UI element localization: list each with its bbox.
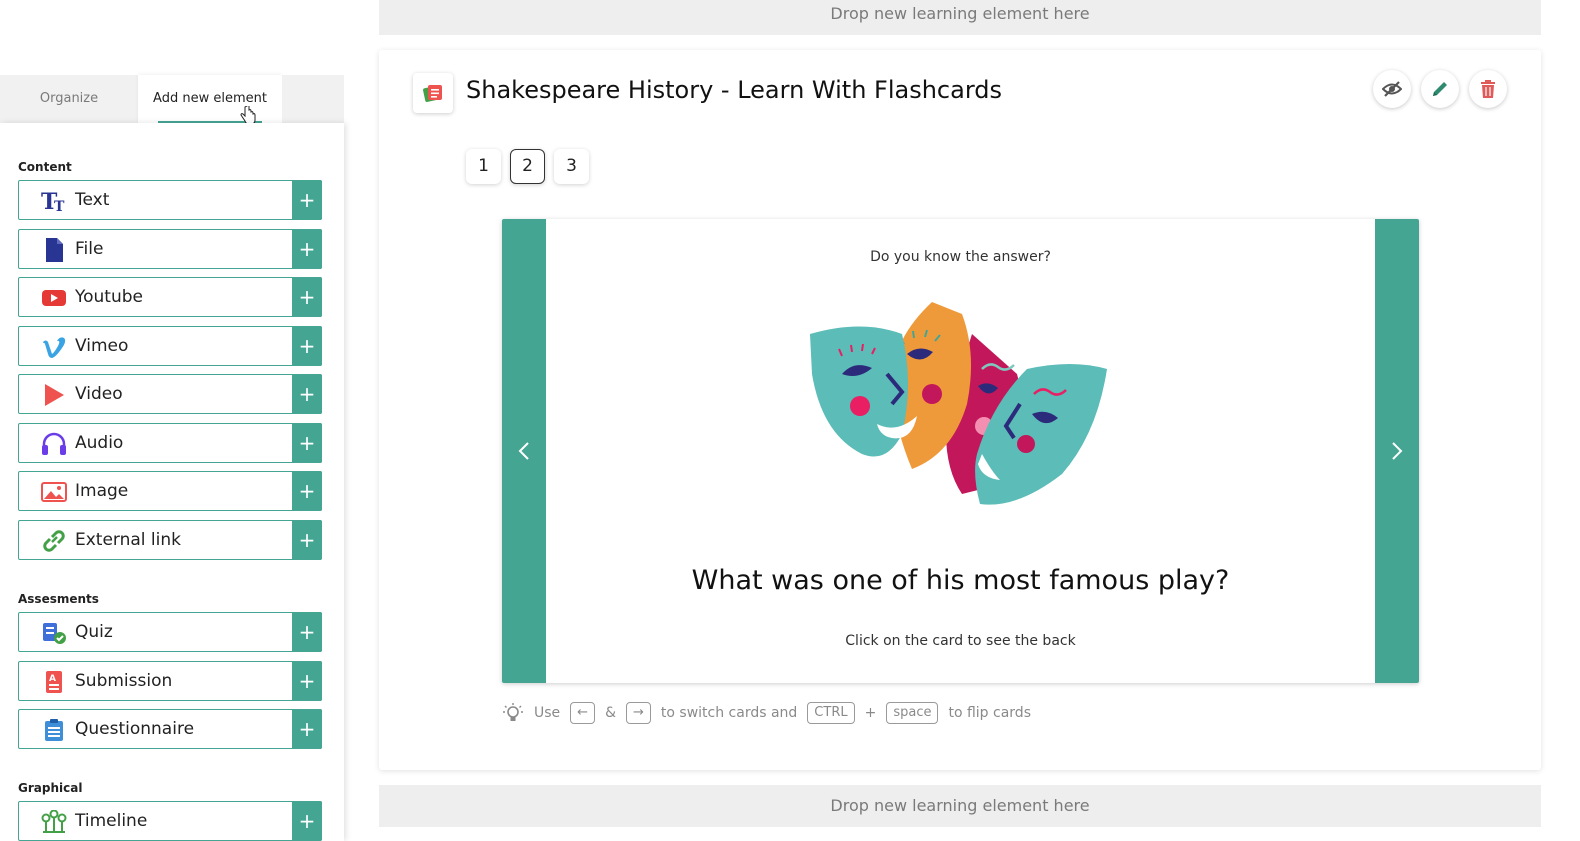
right-arrow-key: → bbox=[625, 702, 651, 724]
add-quiz-button[interactable]: + bbox=[292, 612, 322, 652]
add-file-button[interactable]: + bbox=[292, 229, 322, 269]
card-prompt: Do you know the answer? bbox=[870, 249, 1051, 265]
element-row-youtube[interactable]: Youtube + bbox=[18, 277, 322, 317]
text-icon: TT bbox=[41, 189, 67, 213]
svg-text:T: T bbox=[54, 199, 65, 213]
tips-plus-text: + bbox=[864, 705, 877, 721]
add-element-panel: Content TT Text + File + Youtube + Vimeo… bbox=[0, 123, 344, 841]
element-label: Image bbox=[75, 481, 129, 501]
element-label: External link bbox=[75, 530, 182, 550]
file-icon bbox=[41, 238, 67, 262]
tabs-filler bbox=[282, 75, 344, 123]
chevron-right-icon bbox=[1392, 442, 1403, 460]
eye-off-icon bbox=[1382, 81, 1402, 97]
quiz-icon bbox=[41, 621, 67, 645]
add-audio-button[interactable]: + bbox=[292, 423, 322, 463]
ctrl-key: CTRL bbox=[807, 702, 855, 724]
element-row-submission[interactable]: A Submission + bbox=[18, 661, 322, 701]
tab-add-new-element[interactable]: Add new element bbox=[138, 75, 282, 123]
hide-button[interactable] bbox=[1373, 70, 1411, 108]
element-row-quiz[interactable]: Quiz + bbox=[18, 612, 322, 652]
drop-zone-bottom[interactable]: Drop new learning element here bbox=[379, 785, 1541, 827]
page-button-3[interactable]: 3 bbox=[554, 149, 589, 184]
flashcard[interactable]: Do you know the answer? What was one of … bbox=[502, 219, 1419, 683]
flashcards-icon bbox=[413, 73, 453, 113]
left-arrow-key: ← bbox=[570, 702, 596, 724]
edit-button[interactable] bbox=[1421, 70, 1459, 108]
element-row-timeline[interactable]: Timeline + bbox=[18, 801, 322, 841]
element-label: Youtube bbox=[75, 287, 143, 307]
youtube-icon bbox=[41, 286, 67, 310]
element-label: Submission bbox=[75, 671, 173, 691]
timeline-icon bbox=[41, 810, 67, 834]
element-row-external-link[interactable]: External link + bbox=[18, 520, 322, 560]
space-key: space bbox=[886, 702, 939, 724]
element-label: File bbox=[75, 239, 104, 259]
section-title-content: Content bbox=[18, 160, 72, 174]
page-button-1[interactable]: 1 bbox=[466, 149, 501, 184]
add-image-button[interactable]: + bbox=[292, 471, 322, 511]
vimeo-icon bbox=[41, 335, 67, 359]
drop-zone-top[interactable]: Drop new learning element here bbox=[379, 0, 1541, 35]
tips-switch-text: to switch cards and bbox=[660, 705, 798, 721]
theatre-masks-illustration bbox=[810, 302, 1107, 505]
flashcards-element-panel: Shakespeare History - Learn With Flashca… bbox=[379, 50, 1541, 770]
svg-text:A: A bbox=[49, 674, 56, 684]
section-title-assessments: Assesments bbox=[18, 592, 99, 606]
chevron-left-icon bbox=[518, 442, 529, 460]
element-row-file[interactable]: File + bbox=[18, 229, 322, 269]
section-title-graphical: Graphical bbox=[18, 781, 83, 795]
page-button-2[interactable]: 2 bbox=[510, 149, 545, 184]
link-icon bbox=[41, 529, 67, 553]
element-label: Vimeo bbox=[75, 336, 129, 356]
previous-card-button[interactable] bbox=[502, 219, 546, 683]
delete-button[interactable] bbox=[1469, 70, 1507, 108]
tab-add-new-element-label: Add new element bbox=[153, 91, 267, 106]
submission-icon: A bbox=[41, 670, 67, 694]
add-external-link-button[interactable]: + bbox=[292, 520, 322, 560]
trash-icon bbox=[1481, 80, 1495, 98]
element-label: Text bbox=[75, 190, 110, 210]
element-label: Video bbox=[75, 384, 123, 404]
add-text-button[interactable]: + bbox=[292, 180, 322, 220]
headphones-icon bbox=[41, 432, 67, 456]
element-label: Audio bbox=[75, 433, 124, 453]
tips-amp-text: & bbox=[605, 705, 616, 721]
add-submission-button[interactable]: + bbox=[292, 661, 322, 701]
tips-flip-text: to flip cards bbox=[948, 705, 1031, 721]
tips-use-text: Use bbox=[534, 705, 561, 721]
element-row-audio[interactable]: Audio + bbox=[18, 423, 322, 463]
lightbulb-icon bbox=[503, 703, 523, 721]
sidebar-tabs: Organize Add new element bbox=[0, 75, 344, 123]
pencil-icon bbox=[1433, 82, 1447, 96]
keyboard-tips: Use ← & → to switch cards and CTRL + spa… bbox=[502, 700, 1041, 726]
card-question: What was one of his most famous play? bbox=[691, 565, 1230, 596]
element-row-text[interactable]: TT Text + bbox=[18, 180, 322, 220]
element-label: Quiz bbox=[75, 622, 113, 642]
element-label: Questionnaire bbox=[75, 719, 195, 739]
element-row-video[interactable]: Video + bbox=[18, 374, 322, 414]
element-title: Shakespeare History - Learn With Flashca… bbox=[466, 76, 1003, 104]
card-hint: Click on the card to see the back bbox=[845, 633, 1076, 649]
add-vimeo-button[interactable]: + bbox=[292, 326, 322, 366]
element-label: Timeline bbox=[75, 811, 148, 831]
element-row-questionnaire[interactable]: Questionnaire + bbox=[18, 709, 322, 749]
element-row-vimeo[interactable]: Vimeo + bbox=[18, 326, 322, 366]
element-row-image[interactable]: Image + bbox=[18, 471, 322, 511]
clipboard-icon bbox=[41, 718, 67, 742]
add-youtube-button[interactable]: + bbox=[292, 277, 322, 317]
add-video-button[interactable]: + bbox=[292, 374, 322, 414]
tab-organize[interactable]: Organize bbox=[0, 75, 138, 123]
add-timeline-button[interactable]: + bbox=[292, 801, 322, 841]
image-icon bbox=[41, 480, 67, 504]
next-card-button[interactable] bbox=[1375, 219, 1419, 683]
video-icon bbox=[41, 383, 67, 407]
add-questionnaire-button[interactable]: + bbox=[292, 709, 322, 749]
